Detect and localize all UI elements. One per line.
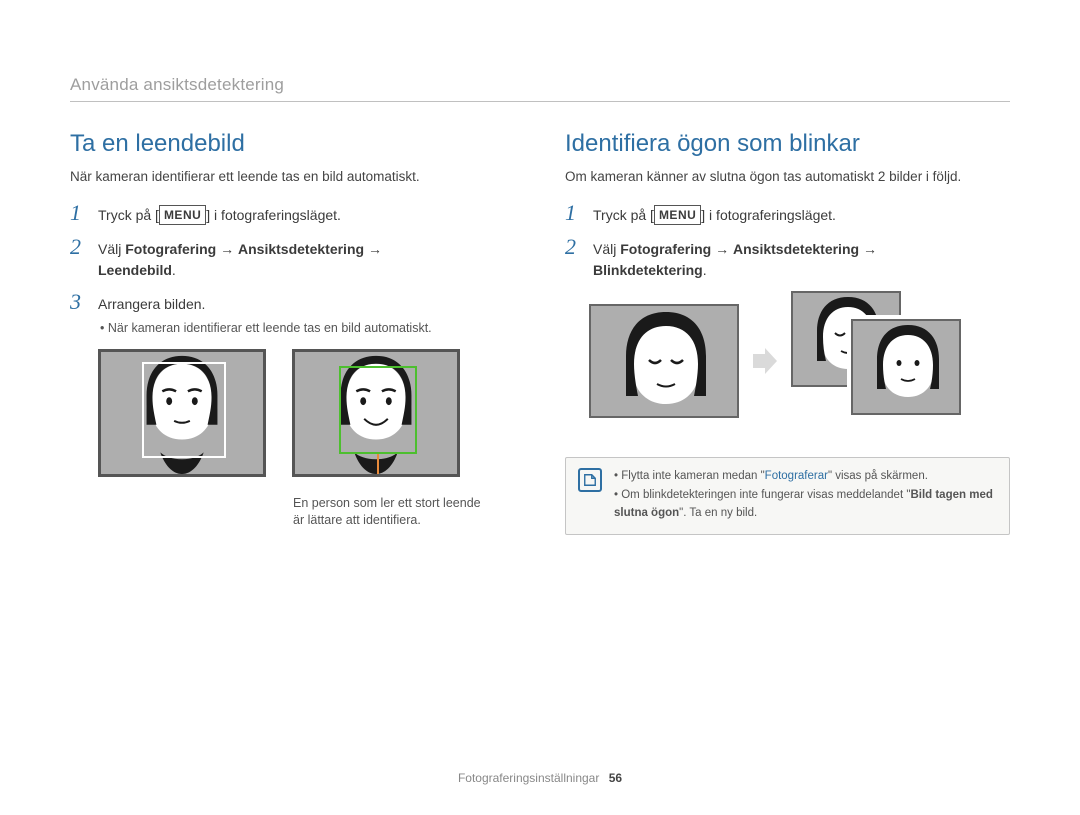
- menu-path-part: Leendebild: [98, 262, 172, 278]
- step-number: 1: [70, 202, 88, 224]
- note-icon: [578, 468, 602, 492]
- arrow-right-icon: [751, 346, 779, 376]
- section-title-blink: Identifiera ögon som blinkar: [565, 130, 1010, 158]
- step-number: 2: [70, 236, 88, 258]
- step-number: 3: [70, 291, 88, 313]
- detection-box-icon: [339, 366, 417, 454]
- example-photo-neutral: [98, 349, 266, 477]
- step-text: .: [172, 262, 176, 278]
- example-photo-eyes-closed: [589, 304, 739, 418]
- note-item: Om blinkdetekteringen inte fungerar visa…: [614, 487, 995, 522]
- step-1-blink: 1 Tryck på [MENU] i fotograferingsläget.: [565, 202, 1010, 226]
- highlight-text: Fotograferar: [765, 470, 828, 482]
- step-1-smile: 1 Tryck på [MENU] i fotograferingsläget.: [70, 202, 515, 226]
- intro-smile: När kameran identifierar ett leende tas …: [70, 168, 515, 186]
- step-2-smile: 2 Välj Fotografering → Ansiktsdetekterin…: [70, 236, 515, 281]
- face-illustration: [853, 321, 961, 415]
- step-text: Välj: [593, 241, 620, 257]
- section-blink-detect: Identifiera ögon som blinkar Om kameran …: [565, 130, 1010, 535]
- face-illustration: [591, 306, 739, 418]
- image-caption: En person som ler ett stort leende är lä…: [293, 495, 493, 529]
- callout-line-icon: [377, 454, 379, 477]
- step-text: ] i fotograferingsläget.: [701, 207, 836, 223]
- intro-blink: Om kameran känner av slutna ögon tas aut…: [565, 168, 1010, 186]
- step-text: ] i fotograferingsläget.: [206, 207, 341, 223]
- page-footer: Fotograferingsinställningar 56: [0, 771, 1080, 785]
- menu-path-part: Ansiktsdetektering: [238, 241, 364, 257]
- breadcrumb: Använda ansiktsdetektering: [70, 75, 1010, 102]
- step-text: Tryck på [: [98, 207, 159, 223]
- menu-button-label: MENU: [654, 205, 701, 225]
- menu-path-part: Fotografering: [125, 241, 216, 257]
- detection-box-icon: [142, 362, 226, 458]
- example-image-row: [98, 349, 515, 477]
- arrow-icon: →: [364, 241, 382, 257]
- menu-path-part: Ansiktsdetektering: [733, 241, 859, 257]
- section-title-smile: Ta en leendebild: [70, 130, 515, 158]
- section-smile-shot: Ta en leendebild När kameran identifiera…: [70, 130, 515, 535]
- sub-bullet-smile: När kameran identifierar ett leende tas …: [100, 321, 515, 335]
- footer-section-label: Fotograferingsinställningar: [458, 771, 599, 785]
- note-box: Flytta inte kameran medan "Fotograferar"…: [565, 457, 1010, 535]
- step-number: 1: [565, 202, 583, 224]
- step-text: Tryck på [: [593, 207, 654, 223]
- arrow-icon: →: [859, 241, 877, 257]
- page-number: 56: [609, 771, 622, 785]
- menu-path-part: Blinkdetektering: [593, 262, 703, 278]
- blink-image-row: [589, 291, 1010, 431]
- note-item: Flytta inte kameran medan "Fotograferar"…: [614, 468, 995, 485]
- example-photo-burst-2: [851, 319, 961, 415]
- burst-photos-stack: [791, 291, 991, 431]
- step-3-smile: 3 Arrangera bilden.: [70, 291, 515, 315]
- step-number: 2: [565, 236, 583, 258]
- step-text: Välj: [98, 241, 125, 257]
- arrow-icon: →: [216, 241, 238, 257]
- step-text: Arrangera bilden.: [98, 291, 515, 315]
- menu-button-label: MENU: [159, 205, 206, 225]
- example-photo-smiling: [292, 349, 460, 477]
- menu-path-part: Fotografering: [620, 241, 711, 257]
- step-2-blink: 2 Välj Fotografering → Ansiktsdetekterin…: [565, 236, 1010, 281]
- step-text: .: [703, 262, 707, 278]
- arrow-icon: →: [711, 241, 733, 257]
